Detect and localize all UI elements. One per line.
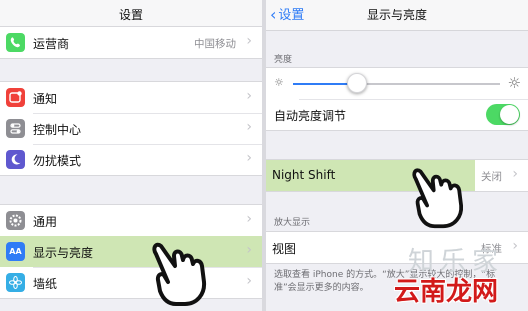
wallpaper-label: 墙纸	[33, 277, 58, 291]
display-brightness-label: 显示与亮度	[33, 246, 94, 260]
display-brightness-icon: AA	[6, 242, 25, 261]
sun-large-icon: ☼	[507, 74, 521, 92]
carrier-group: 运营商 中国移动 ›	[0, 26, 262, 59]
chevron-right-icon: ›	[246, 211, 252, 227]
do-not-disturb-label: 勿扰模式	[33, 154, 82, 168]
pointing-hand-icon	[152, 242, 207, 306]
auto-brightness-row: 自动亮度调节	[266, 99, 528, 130]
chevron-right-icon: ›	[246, 242, 252, 258]
chevron-right-icon: ›	[246, 88, 252, 104]
carrier-value: 中国移动	[194, 38, 236, 50]
settings-pane: 设置 运营商 中国移动 › 通知 › 控制中心 › 勿扰模式 › 通用 › AA…	[0, 0, 262, 311]
settings-item-control-center[interactable]: 控制中心 ›	[0, 113, 262, 144]
display-title: 显示与亮度	[366, 8, 427, 22]
screen: 设置 运营商 中国移动 › 通知 › 控制中心 › 勿扰模式 › 通用 › AA…	[0, 0, 528, 311]
night-shift-group: Night Shift 关闭 ›	[266, 159, 528, 192]
brightness-slider-track[interactable]	[293, 83, 500, 85]
night-shift-value: 关闭	[481, 171, 502, 183]
chevron-right-icon: ›	[246, 150, 252, 166]
sun-small-icon: ☼	[274, 76, 284, 89]
chevron-right-icon: ›	[512, 166, 518, 182]
chevron-right-icon: ›	[246, 119, 252, 135]
settings-item-general[interactable]: 通用 ›	[0, 205, 262, 236]
settings-item-notifications[interactable]: 通知 ›	[0, 82, 262, 113]
watermark: 云南龙网	[394, 277, 499, 307]
brightness-slider-thumb[interactable]	[347, 73, 368, 93]
wallpaper-icon	[6, 273, 25, 292]
brightness-group: ☼ ☼ 自动亮度调节	[266, 67, 528, 131]
phone-icon	[6, 33, 25, 52]
pointing-hand-icon	[412, 168, 464, 229]
night-shift-label: Night Shift	[272, 168, 336, 182]
gear-icon	[6, 211, 25, 230]
zoom-header: 放大显示	[274, 218, 311, 228]
notifications-icon	[6, 88, 25, 107]
notifications-group: 通知 › 控制中心 › 勿扰模式 ›	[0, 81, 262, 176]
auto-brightness-toggle[interactable]	[486, 104, 520, 125]
moon-icon	[6, 150, 25, 169]
brightness-slider-row[interactable]: ☼ ☼	[266, 68, 528, 99]
carrier-row[interactable]: 运营商 中国移动 ›	[0, 27, 262, 58]
brightness-header: 亮度	[274, 55, 293, 65]
control-center-label: 控制中心	[33, 123, 82, 137]
general-label: 通用	[33, 215, 58, 229]
night-shift-row[interactable]: Night Shift 关闭 ›	[266, 160, 528, 191]
auto-brightness-label: 自动亮度调节	[274, 109, 347, 123]
carrier-label: 运营商	[33, 37, 70, 51]
display-navbar: ‹ 设置 显示与亮度	[266, 0, 528, 31]
chevron-right-icon: ›	[246, 273, 252, 289]
chevron-right-icon: ›	[246, 33, 252, 49]
control-center-icon	[6, 119, 25, 138]
settings-title: 设置	[118, 8, 143, 22]
toggle-knob	[500, 105, 519, 124]
settings-item-do-not-disturb[interactable]: 勿扰模式 ›	[0, 144, 262, 175]
notifications-label: 通知	[33, 92, 58, 106]
chevron-right-icon: ›	[512, 238, 518, 254]
view-label: 视图	[272, 242, 297, 256]
